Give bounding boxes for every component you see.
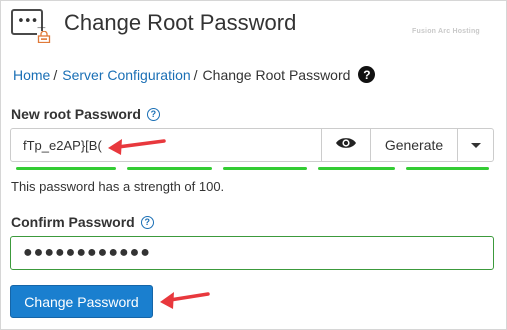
strength-meter-segment bbox=[16, 167, 116, 170]
breadcrumb-current: Change Root Password bbox=[202, 66, 351, 83]
lock-icon bbox=[37, 31, 51, 43]
confirm-password-input[interactable] bbox=[10, 236, 494, 270]
confirm-password-label: Confirm Password ? bbox=[11, 214, 154, 230]
strength-meter-segment bbox=[223, 167, 307, 170]
info-icon[interactable]: ? bbox=[146, 107, 160, 121]
generate-options-dropdown[interactable] bbox=[457, 129, 493, 161]
breadcrumb-separator: / bbox=[53, 66, 58, 83]
page-title: Change Root Password bbox=[64, 10, 297, 35]
change-password-button[interactable]: Change Password bbox=[10, 285, 153, 318]
new-password-label: New root Password ? bbox=[11, 106, 160, 122]
generate-button[interactable]: Generate bbox=[370, 129, 457, 161]
new-password-input-group: Generate bbox=[10, 128, 494, 162]
strength-meter-segment bbox=[127, 167, 212, 170]
watermark: Fusion Arc Hosting bbox=[412, 28, 480, 35]
breadcrumb-server-configuration-link[interactable]: Server Configuration bbox=[62, 67, 190, 83]
eye-icon bbox=[335, 136, 357, 155]
strength-text: This password has a strength of 100. bbox=[11, 179, 225, 194]
annotation-arrow-icon bbox=[108, 139, 166, 155]
new-password-label-text: New root Password bbox=[11, 106, 141, 122]
show-password-button[interactable] bbox=[321, 129, 370, 161]
breadcrumb-separator: / bbox=[193, 66, 198, 83]
breadcrumb-home-link[interactable]: Home bbox=[13, 67, 50, 83]
info-icon[interactable]: ? bbox=[140, 215, 154, 229]
confirm-password-label-text: Confirm Password bbox=[11, 214, 135, 230]
strength-meter-segment bbox=[318, 167, 395, 170]
breadcrumb: Home / Server Configuration / Change Roo… bbox=[13, 66, 376, 83]
strength-meter-segment bbox=[406, 167, 489, 170]
annotation-arrow-icon bbox=[160, 292, 210, 309]
caret-down-icon bbox=[470, 142, 481, 148]
page-frame bbox=[0, 0, 507, 330]
help-icon[interactable]: ? bbox=[358, 66, 376, 83]
